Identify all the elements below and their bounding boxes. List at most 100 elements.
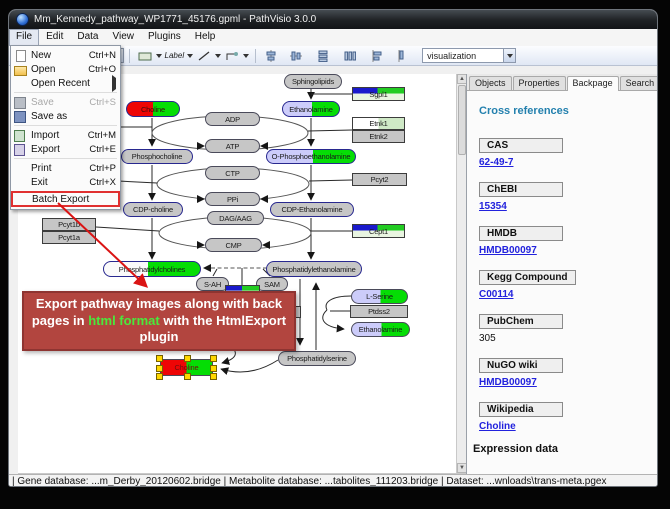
metabolite-node-sphingolipids[interactable]: Sphingolipids [284, 74, 342, 89]
metabolite-node-phosphatidylethanolamine[interactable]: Phosphatidylethanolamine [266, 261, 362, 277]
chevron-down-icon[interactable] [503, 49, 515, 62]
metabolite-node-choline[interactable]: Choline [126, 101, 180, 117]
visualization-select[interactable]: visualization [422, 48, 516, 63]
add-datanode-button[interactable] [136, 47, 154, 64]
line-dropdown-icon[interactable] [214, 54, 222, 58]
scrollbar-thumb[interactable] [458, 85, 466, 155]
saveas-icon [14, 111, 26, 121]
import-icon-glyph [14, 130, 25, 142]
gene-box-ptdss2[interactable]: Ptdss2 [350, 305, 408, 318]
selection-handle[interactable] [156, 355, 163, 362]
selection-handle[interactable] [156, 373, 163, 380]
gene-box-pcyt2[interactable]: Pcyt2 [352, 173, 407, 186]
menu-item-export[interactable]: ExportCtrl+E [11, 142, 120, 156]
stack-vertical-button[interactable] [314, 47, 332, 64]
metabolite-node-sam[interactable]: SAM [256, 277, 288, 291]
selection-handle[interactable] [210, 355, 217, 362]
node-label: ADP [223, 115, 242, 124]
menu-item-print[interactable]: PrintCtrl+P [11, 161, 120, 175]
menu-item-new[interactable]: NewCtrl+N [11, 48, 120, 62]
node-label: Phosphatidylethanolamine [270, 265, 357, 274]
metabolite-node-ppi[interactable]: PPi [205, 192, 260, 206]
menu-data[interactable]: Data [70, 29, 105, 46]
connector-tool-button[interactable] [223, 47, 241, 64]
metabolite-node-cdp-ethanolamine[interactable]: CDP-Ethanolamine [270, 202, 354, 217]
metabolite-node-ctp[interactable]: CTP [205, 166, 260, 180]
node-label: Ptdss2 [366, 307, 392, 316]
selection-handle[interactable] [184, 355, 191, 362]
align-center-button[interactable] [262, 47, 280, 64]
node-label: CDP-choline [131, 205, 175, 214]
menu-item-exit[interactable]: ExitCtrl+X [11, 175, 120, 189]
section-value: 305 [479, 333, 656, 344]
canvas-vertical-scrollbar[interactable]: ▲ ▼ [456, 74, 466, 473]
menu-view[interactable]: View [105, 29, 141, 46]
menu-edit[interactable]: Edit [39, 29, 70, 46]
menu-item-open-recent[interactable]: Open Recent [11, 76, 120, 90]
section-link[interactable]: HMDB00097 [479, 377, 656, 388]
gene-box-etnk1[interactable]: Etnk1 [352, 117, 405, 130]
section-link[interactable]: C00114 [479, 289, 656, 300]
metabolite-node-choline[interactable]: Choline [160, 359, 213, 376]
export-icon [14, 144, 26, 154]
metabolite-node-cmp[interactable]: CMP [205, 238, 262, 252]
menu-item-shortcut: Ctrl+S [89, 97, 116, 108]
menu-item-import[interactable]: ImportCtrl+M [11, 128, 120, 142]
metabolite-node-phosphatidylcholines[interactable]: Phosphatidylcholines [103, 261, 201, 277]
tab-properties[interactable]: Properties [513, 76, 566, 90]
stack-horizontal-button[interactable] [341, 47, 359, 64]
metabolite-node-o-phosphoethanolamine[interactable]: O-Phosphoethanolamine [266, 149, 356, 164]
align-left-button[interactable] [368, 47, 386, 64]
new-icon-glyph [16, 50, 26, 62]
selection-handle[interactable] [210, 373, 217, 380]
tab-objects[interactable]: Objects [469, 76, 512, 90]
menu-plugins[interactable]: Plugins [141, 29, 188, 46]
gene-box-etnk2[interactable]: Etnk2 [352, 130, 405, 143]
metabolite-node-atp[interactable]: ATP [205, 139, 260, 153]
selection-handle[interactable] [184, 373, 191, 380]
tab-search[interactable]: Search [620, 76, 658, 90]
menu-item-batch-export[interactable]: Batch Export [12, 192, 119, 206]
align-top-button[interactable] [393, 47, 411, 64]
gene-box-cept1[interactable]: Cept1 [352, 224, 405, 238]
menu-file[interactable]: File [9, 29, 39, 46]
menu-item-open[interactable]: OpenCtrl+O [11, 62, 120, 76]
section-link[interactable]: 15354 [479, 201, 656, 212]
backpage-section-pubchem: PubChem305 [479, 311, 656, 344]
section-link[interactable]: HMDB00097 [479, 245, 656, 256]
metabolite-node-cdp-choline[interactable]: CDP-choline [123, 202, 183, 217]
metabolite-node-l-serine[interactable]: L-Serine [351, 289, 408, 304]
label-dropdown-icon[interactable] [186, 54, 194, 58]
metabolite-node-ethanolamine[interactable]: Ethanolamine [351, 322, 410, 337]
section-link[interactable]: 62-49-7 [479, 157, 656, 168]
node-label: Phosphatidylserine [285, 354, 349, 363]
selection-handle[interactable] [210, 365, 217, 372]
connector-dropdown-icon[interactable] [242, 54, 250, 58]
metabolite-node-phosphocholine[interactable]: Phosphocholine [121, 149, 193, 164]
node-label: ATP [224, 142, 241, 151]
gene-box-pcyt1b[interactable]: Pcyt1b [42, 218, 96, 231]
label-tool-button[interactable]: Label [164, 47, 186, 64]
tab-backpage[interactable]: Backpage [567, 76, 619, 91]
datanode-dropdown-icon[interactable] [155, 54, 163, 58]
menu-help[interactable]: Help [188, 29, 223, 46]
section-link[interactable]: Choline [479, 421, 656, 432]
line-tool-button[interactable] [195, 47, 213, 64]
annotation-callout: Export pathway images along with back pa… [22, 291, 296, 351]
node-label: Etnk1 [367, 119, 389, 128]
new-icon [14, 50, 26, 60]
metabolite-node-phosphatidylserine[interactable]: Phosphatidylserine [278, 351, 356, 366]
menu-item-save[interactable]: SaveCtrl+S [11, 95, 120, 109]
menu-item-save-as[interactable]: Save as [11, 109, 120, 123]
metabolite-node-adp[interactable]: ADP [205, 112, 260, 126]
gene-box-pcyt1a[interactable]: Pcyt1a [42, 231, 96, 244]
align-middle-button[interactable] [287, 47, 305, 64]
selection-handle[interactable] [156, 365, 163, 372]
import-icon [14, 130, 26, 140]
metabolite-node-ethanolamine[interactable]: Ethanolamine [282, 101, 340, 117]
node-label: Sgpl1 [367, 90, 389, 99]
node-label: CDP-Ethanolamine [280, 205, 345, 214]
metabolite-node-dag-aag[interactable]: DAG/AAG [207, 211, 264, 225]
backpage-section-kegg-compound: Kegg CompoundC00114 [479, 267, 656, 300]
gene-box-sgpl1[interactable]: Sgpl1 [352, 87, 405, 101]
